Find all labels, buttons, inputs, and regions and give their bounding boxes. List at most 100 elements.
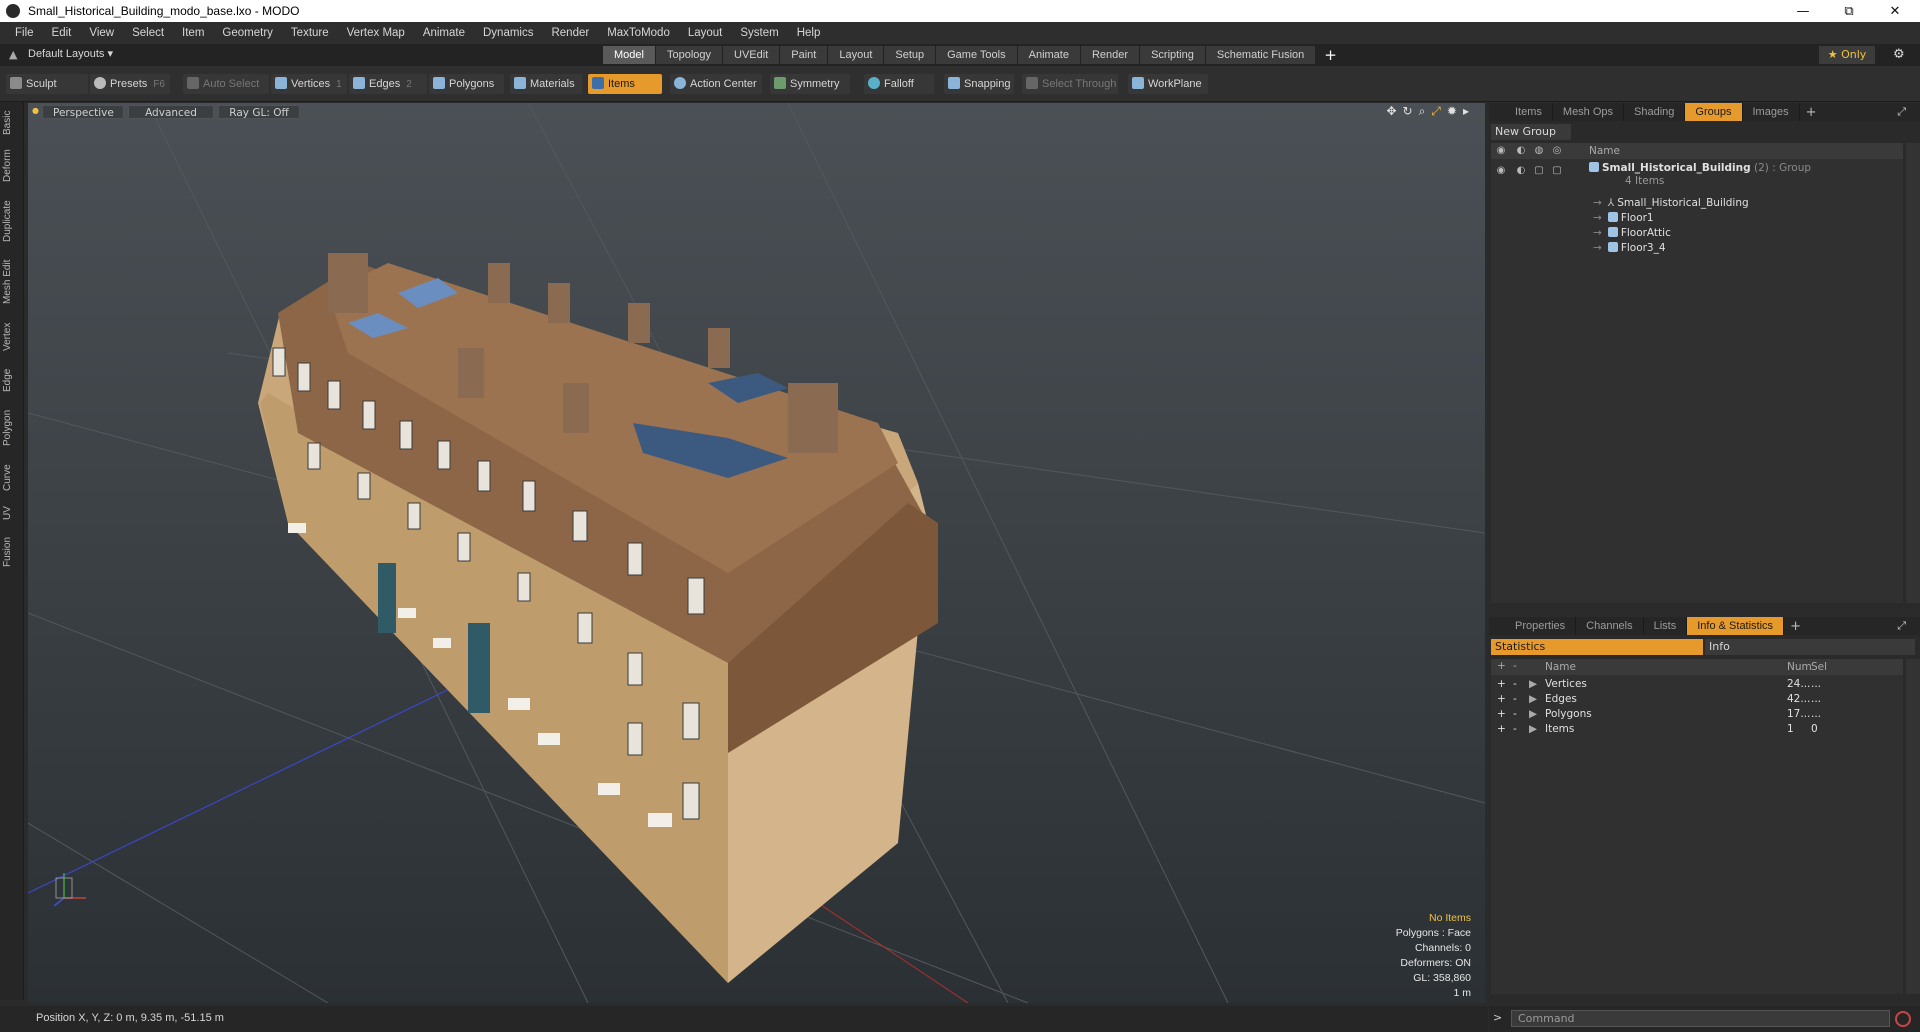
group-select-checkbox[interactable]: ▢ — [1551, 165, 1563, 177]
expand-panel-icon[interactable]: ⤢ — [1897, 105, 1906, 119]
menu-system[interactable]: System — [731, 27, 787, 39]
menu-texture[interactable]: Texture — [282, 27, 338, 39]
new-group-button[interactable]: New Group — [1491, 124, 1571, 140]
tab-channels[interactable]: Channels — [1576, 617, 1644, 635]
default-layouts-dropdown[interactable]: Default Layouts ▾ — [28, 47, 113, 60]
advanced-dropdown[interactable]: Advanced — [128, 105, 214, 119]
table-row[interactable]: + - ▶ Items 1 0 — [1491, 722, 1903, 737]
select-through-button[interactable]: Select Through — [1022, 74, 1118, 94]
tab-vertex[interactable]: Vertex — [2, 318, 22, 356]
tab-info-statistics[interactable]: Info & Statistics — [1687, 617, 1785, 635]
tab-model[interactable]: Model — [603, 46, 656, 64]
menu-layout[interactable]: Layout — [679, 27, 732, 39]
menu-view[interactable]: View — [80, 27, 123, 39]
add-tab-button[interactable]: + — [1784, 619, 1807, 634]
group-render-toggle-icon[interactable]: ◐ — [1515, 165, 1527, 177]
menu-edit[interactable]: Edit — [43, 27, 81, 39]
statistics-scrollbar[interactable] — [1906, 659, 1920, 994]
perspective-dropdown[interactable]: Perspective — [42, 105, 124, 119]
minimize-button[interactable]: — — [1780, 0, 1826, 22]
add-tab-button[interactable]: + — [1800, 105, 1823, 120]
pan-icon[interactable]: ✥ — [1386, 104, 1396, 119]
presets-button[interactable]: Presets F6 — [90, 74, 170, 94]
menu-maxtomodo[interactable]: MaxToModo — [598, 27, 679, 39]
add-icon[interactable]: + — [1497, 707, 1506, 722]
group-visibility-eye-icon[interactable]: ◉ — [1495, 165, 1507, 177]
tab-schematic-fusion[interactable]: Schematic Fusion — [1205, 46, 1317, 64]
settings-icon[interactable]: ✹ — [1447, 104, 1457, 119]
edges-button[interactable]: Edges 2 — [349, 74, 427, 94]
record-macro-icon[interactable] — [1895, 1011, 1911, 1027]
expand-arrow-icon[interactable]: ▶ — [1529, 677, 1537, 692]
tab-topology[interactable]: Topology — [655, 46, 724, 64]
expand-arrow-icon[interactable]: ▶ — [1529, 707, 1537, 722]
more-arrow-icon[interactable]: ▸ — [1463, 104, 1469, 119]
group-lock-checkbox[interactable]: ▢ — [1533, 165, 1545, 177]
tab-edge[interactable]: Edge — [2, 364, 22, 396]
table-row[interactable]: + - ▶ Edges 42... ... — [1491, 692, 1903, 707]
raygl-toggle[interactable]: Ray GL: Off — [218, 105, 300, 119]
command-input[interactable]: Command — [1511, 1010, 1890, 1027]
tab-images[interactable]: Images — [1743, 103, 1800, 121]
close-button[interactable]: ✕ — [1872, 0, 1918, 22]
tab-statistics[interactable]: Statistics — [1491, 639, 1703, 655]
remove-icon[interactable]: - — [1513, 677, 1517, 692]
auto-select-button[interactable]: Auto Select — [183, 74, 269, 94]
tab-game-tools[interactable]: Game Tools — [936, 46, 1018, 64]
expand-arrow-icon[interactable]: ▶ — [1529, 722, 1537, 737]
tab-mesh-ops[interactable]: Mesh Ops — [1553, 103, 1625, 121]
add-icon[interactable]: + — [1497, 677, 1506, 692]
fit-icon[interactable]: ⤢ — [1431, 104, 1441, 119]
items-button[interactable]: Items — [588, 74, 662, 94]
tab-render[interactable]: Render — [1080, 46, 1141, 64]
groups-scrollbar[interactable] — [1906, 143, 1920, 603]
rotate-icon[interactable]: ↻ — [1403, 104, 1413, 119]
menu-render[interactable]: Render — [542, 27, 598, 39]
polygons-button[interactable]: Polygons — [429, 74, 504, 94]
tab-polygon[interactable]: Polygon — [2, 404, 22, 452]
tab-paint[interactable]: Paint — [780, 46, 829, 64]
tab-items[interactable]: Items — [1505, 103, 1553, 121]
tab-animate[interactable]: Animate — [1017, 46, 1081, 64]
action-center-button[interactable]: Action Center — [670, 74, 762, 94]
collapse-up-icon[interactable]: ▲ — [9, 48, 17, 61]
viewport-menu-dot-icon[interactable]: ● — [32, 106, 39, 115]
menu-geometry[interactable]: Geometry — [213, 27, 282, 39]
tab-uv[interactable]: UV — [2, 502, 22, 524]
symmetry-button[interactable]: Symmetry — [770, 74, 850, 94]
menu-select[interactable]: Select — [123, 27, 173, 39]
3d-viewport[interactable]: ● Perspective Advanced Ray GL: Off ✥ ↻ ⌕… — [28, 103, 1485, 1003]
menu-animate[interactable]: Animate — [414, 27, 474, 39]
menu-vertex-map[interactable]: Vertex Map — [338, 27, 414, 39]
tab-groups[interactable]: Groups — [1685, 103, 1743, 121]
vertices-button[interactable]: Vertices 1 — [271, 74, 347, 94]
zoom-icon[interactable]: ⌕ — [1419, 104, 1426, 119]
remove-icon[interactable]: - — [1513, 722, 1517, 737]
tab-basic[interactable]: Basic — [2, 108, 22, 138]
remove-icon[interactable]: - — [1513, 692, 1517, 707]
expand-arrow-icon[interactable]: ▶ — [1529, 692, 1537, 707]
collapse-all-icon[interactable]: - — [1513, 660, 1517, 672]
falloff-button[interactable]: Falloff — [864, 74, 934, 94]
tab-setup[interactable]: Setup — [884, 46, 937, 64]
group-child-row[interactable]: → Floor1 — [1593, 211, 1654, 226]
tab-fusion[interactable]: Fusion — [2, 532, 22, 572]
materials-button[interactable]: Materials — [510, 74, 582, 94]
workplane-button[interactable]: WorkPlane — [1128, 74, 1208, 94]
tab-duplicate[interactable]: Duplicate — [2, 196, 22, 246]
menu-help[interactable]: Help — [788, 27, 830, 39]
tab-info[interactable]: Info — [1705, 639, 1915, 655]
menu-dynamics[interactable]: Dynamics — [474, 27, 542, 39]
remove-icon[interactable]: - — [1513, 707, 1517, 722]
tab-deform[interactable]: Deform — [2, 146, 22, 186]
expand-panel-icon[interactable]: ⤢ — [1897, 619, 1906, 633]
expand-all-icon[interactable]: + — [1497, 660, 1506, 672]
maximize-button[interactable]: ⧉ — [1826, 0, 1872, 22]
gear-icon[interactable]: ⚙ — [1893, 47, 1905, 62]
tab-scripting[interactable]: Scripting — [1140, 46, 1206, 64]
tab-mesh-edit[interactable]: Mesh Edit — [2, 256, 22, 308]
add-icon[interactable]: + — [1497, 722, 1506, 737]
only-button[interactable]: ★ Only — [1819, 46, 1875, 64]
tab-shading[interactable]: Shading — [1624, 103, 1686, 121]
add-layout-tab-button[interactable]: + — [1316, 46, 1345, 64]
